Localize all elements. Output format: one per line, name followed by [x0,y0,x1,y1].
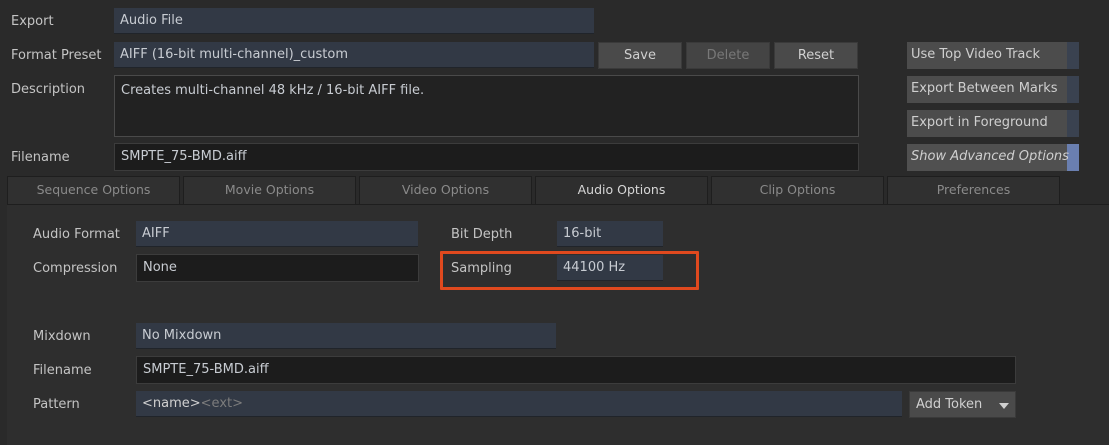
description-label: Description [11,82,86,97]
format-preset-label: Format Preset [11,48,102,63]
audio-filename-label: Filename [33,363,92,378]
tab-audio-options[interactable]: Audio Options [535,176,708,205]
mixdown-dropdown[interactable]: No Mixdown [136,323,556,349]
export-label: Export [11,14,54,29]
use-top-video-track-toggle[interactable]: Use Top Video Track [907,42,1079,69]
tab-preferences[interactable]: Preferences [887,176,1060,204]
pattern-token-name: <name> [142,396,201,411]
export-in-foreground-toggle[interactable]: Export in Foreground [907,110,1079,137]
audio-format-label: Audio Format [33,227,120,242]
tab-movie-options[interactable]: Movie Options [183,176,356,204]
save-button[interactable]: Save [598,42,682,69]
reset-button[interactable]: Reset [774,42,858,69]
compression-dropdown[interactable]: None [136,254,419,282]
description-textarea[interactable]: Creates multi-channel 48 kHz / 16-bit AI… [114,75,859,137]
export-dropdown[interactable]: Audio File [114,8,594,34]
bit-depth-label: Bit Depth [451,227,513,242]
tab-sequence-options[interactable]: Sequence Options [7,176,180,204]
bit-depth-dropdown[interactable]: 16-bit [557,221,663,247]
export-between-marks-toggle[interactable]: Export Between Marks [907,76,1079,103]
pattern-input[interactable]: <name><ext> [136,391,902,417]
delete-button[interactable]: Delete [686,42,770,69]
sampling-dropdown[interactable]: 44100 Hz [557,255,663,281]
filename-label: Filename [11,150,70,165]
filename-input[interactable]: SMPTE_75-BMD.aiff [114,143,859,171]
show-advanced-options-toggle[interactable]: Show Advanced Options [907,144,1079,171]
audio-format-dropdown[interactable]: AIFF [136,221,418,247]
audio-filename-input[interactable]: SMPTE_75-BMD.aiff [136,356,1016,384]
tab-clip-options[interactable]: Clip Options [711,176,884,204]
sampling-label: Sampling [451,261,512,276]
add-token-dropdown[interactable]: Add Token [909,391,1016,418]
add-token-label: Add Token [916,397,983,412]
chevron-down-icon [999,403,1009,409]
tab-video-options[interactable]: Video Options [359,176,532,204]
format-preset-dropdown[interactable]: AIFF (16-bit multi-channel)_custom [114,42,594,68]
pattern-label: Pattern [33,397,80,412]
pattern-token-ext: <ext> [200,396,244,411]
compression-label: Compression [33,261,118,276]
mixdown-label: Mixdown [33,329,91,344]
